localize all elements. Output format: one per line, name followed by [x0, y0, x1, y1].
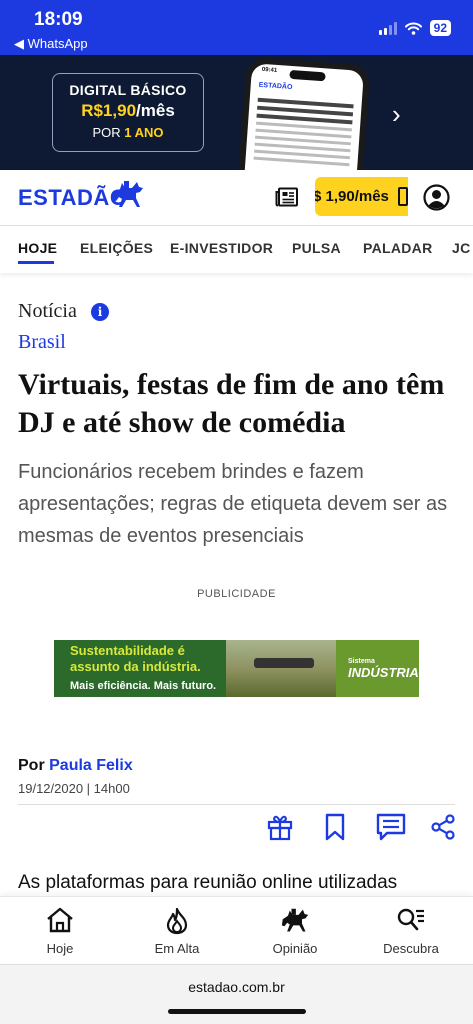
status-time: 18:09	[34, 9, 83, 30]
display-ad-subtitle: Mais eficiência. Mais futuro.	[70, 680, 217, 692]
status-icons: 92	[378, 20, 451, 36]
promo-per: /mês	[136, 101, 175, 120]
tab-label-opiniao: Opinião	[272, 941, 318, 956]
display-ad[interactable]: Sustentabilidade é assunto da indústria.…	[54, 640, 419, 697]
status-bar: 18:09 ◀ WhatsApp 92	[0, 0, 473, 55]
display-ad-brand: INDÚSTRIA	[348, 665, 419, 680]
promo-phone-image: 09:41 ESTADÃO	[237, 56, 371, 170]
promo-plan-name: DIGITAL BÁSICO	[69, 82, 187, 98]
nav-item-hoje[interactable]: HOJE	[18, 240, 57, 256]
search-list-icon	[397, 908, 424, 931]
article-section-link[interactable]: Brasil	[18, 331, 66, 354]
cellular-signal-icon	[378, 21, 397, 35]
article-headline: Virtuais, festas de fim de ano têm DJ e …	[18, 368, 445, 439]
article-byline: Por Paula Felix	[18, 757, 133, 775]
section-nav: HOJE ELEIÇÕES E-INVESTIDOR PULSA PALADAR…	[0, 225, 473, 273]
wifi-icon	[404, 22, 422, 35]
chevron-right-icon[interactable]: ›	[392, 99, 401, 130]
byline-divider	[18, 804, 455, 805]
mobile-device-icon	[398, 187, 408, 206]
article-date: 19/12/2020 | 14h00	[18, 781, 130, 796]
nav-item-jc[interactable]: JC	[452, 240, 471, 256]
promo-price-line: R$1,90/mês	[53, 101, 203, 121]
url-text[interactable]: estadao.com.br	[0, 979, 473, 995]
display-ad-title: Sustentabilidade é assunto da indústria.	[70, 643, 201, 674]
article-subheadline: Funcionários recebem brindes e fazem apr…	[18, 461, 448, 547]
promo-offer-box: DIGITAL BÁSICO R$1,90/mês POR 1 ANO	[52, 73, 204, 152]
back-to-whatsapp-link[interactable]: ◀ WhatsApp	[14, 36, 88, 52]
byline-prefix: Por	[18, 757, 50, 774]
display-ad-field-image	[226, 640, 336, 697]
tab-label-descubra: Descubra	[383, 941, 439, 956]
author-link[interactable]: Paula Felix	[49, 757, 133, 774]
share-icon[interactable]	[430, 813, 456, 841]
tab-em-alta[interactable]: Em Alta	[118, 897, 236, 965]
home-icon	[47, 907, 73, 933]
tab-hoje[interactable]: Hoje	[1, 897, 119, 965]
nav-item-paladar[interactable]: PALADAR	[363, 240, 433, 256]
browser-url-bar: estadao.com.br	[0, 964, 473, 1024]
promo-price: R$1,90	[81, 101, 137, 120]
promo-period-prefix: POR	[92, 125, 125, 140]
article-body-first-line: As plataformas para reunião online utili…	[18, 872, 398, 893]
gift-icon[interactable]	[266, 813, 294, 841]
tab-opiniao[interactable]: Opinião	[236, 897, 354, 965]
subscribe-button-label: $ 1,90/mês	[315, 188, 389, 205]
promo-period: 1 ANO	[124, 125, 164, 140]
drone-image	[254, 658, 314, 668]
active-tab-indicator	[18, 261, 54, 264]
subscribe-button[interactable]: $ 1,90/mês	[315, 177, 408, 216]
nav-item-eleicoes[interactable]: ELEIÇÕES	[80, 240, 153, 256]
home-indicator[interactable]	[168, 1009, 306, 1014]
article-kicker: Notícia	[18, 300, 77, 322]
tab-label-em-alta: Em Alta	[154, 941, 200, 956]
nav-item-e-investidor[interactable]: E-INVESTIDOR	[170, 240, 273, 256]
promo-phone-time: 09:41	[261, 66, 278, 74]
bottom-tab-bar: Hoje Em Alta Opinião Descubra	[0, 896, 473, 964]
tab-descubra[interactable]: Descubra	[352, 897, 470, 965]
newspaper-icon[interactable]	[275, 187, 299, 207]
promo-period-line: POR 1 ANO	[53, 125, 203, 140]
tab-label-hoje: Hoje	[46, 941, 74, 956]
nav-item-pulsa[interactable]: PULSA	[292, 240, 341, 256]
subscription-promo-banner[interactable]: DIGITAL BÁSICO R$1,90/mês POR 1 ANO 09:4…	[0, 55, 473, 170]
advertising-label: PUBLICIDADE	[197, 588, 276, 600]
promo-phone-logo: ESTADÃO	[258, 81, 293, 92]
flame-icon	[166, 907, 188, 935]
info-icon[interactable]: i	[91, 303, 109, 321]
bookmark-icon[interactable]	[323, 813, 347, 841]
site-header: ESTADÃO $ 1,90/mês	[0, 170, 473, 225]
display-ad-brand-small: Sistema	[348, 658, 375, 665]
horse-logo-icon	[113, 181, 143, 207]
comments-icon[interactable]	[376, 813, 406, 841]
user-account-icon[interactable]	[423, 184, 450, 211]
horse-icon	[281, 908, 309, 932]
battery-indicator: 92	[429, 20, 451, 36]
